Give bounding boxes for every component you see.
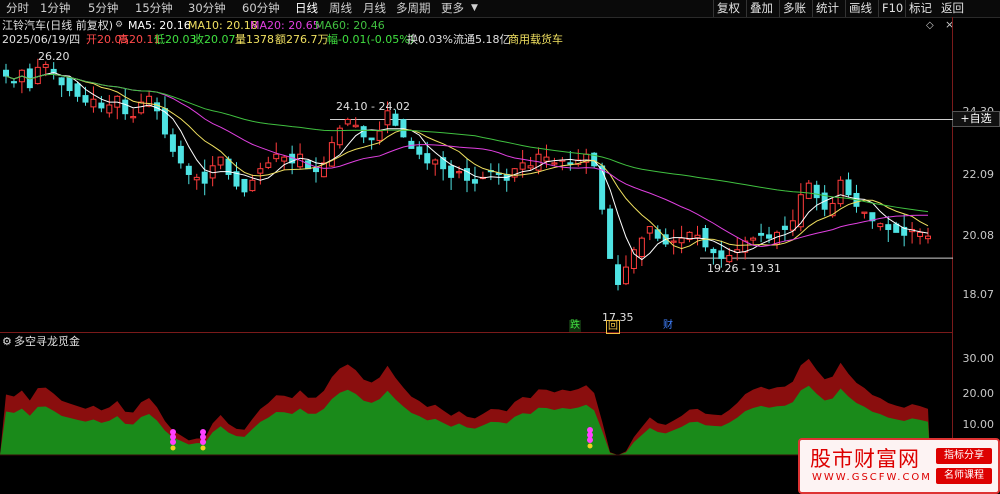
candle-body bbox=[837, 179, 844, 205]
range-upper-annotation: 24.10 - 24.02 bbox=[336, 100, 410, 113]
candle-body bbox=[543, 156, 550, 162]
candle-body bbox=[130, 116, 137, 119]
candle-body bbox=[3, 69, 9, 77]
kline-chart[interactable] bbox=[0, 0, 953, 493]
candle-body bbox=[122, 99, 129, 115]
candle-body bbox=[376, 130, 383, 141]
candle-body bbox=[90, 98, 97, 108]
candle-body bbox=[726, 255, 733, 263]
high-annotation: 26.20 bbox=[38, 50, 70, 63]
candle-body bbox=[273, 153, 280, 160]
candle-body bbox=[169, 134, 176, 152]
candle-body bbox=[638, 237, 645, 258]
candle-body bbox=[456, 171, 463, 174]
finance-badge[interactable]: 财 bbox=[662, 320, 674, 332]
price-tick: 18.07 bbox=[962, 288, 995, 301]
candle-body bbox=[893, 223, 900, 233]
candle-body bbox=[352, 124, 359, 128]
price-axis: 24.30 22.09 20.08 18.07 bbox=[952, 17, 1000, 332]
candle-body bbox=[34, 66, 41, 85]
candle-body bbox=[813, 184, 820, 199]
candle-body bbox=[925, 235, 931, 240]
candle-body bbox=[10, 81, 17, 84]
candle-body bbox=[58, 77, 65, 86]
candle-body bbox=[527, 165, 534, 169]
candle-body bbox=[217, 156, 224, 166]
signal-dot bbox=[170, 439, 176, 445]
candle-body bbox=[551, 162, 558, 165]
candle-body bbox=[567, 162, 574, 165]
candle-body bbox=[98, 102, 105, 109]
candle-body bbox=[82, 95, 89, 103]
candle-body bbox=[766, 234, 773, 239]
price-tick: 22.09 bbox=[962, 168, 995, 181]
signal-dot bbox=[170, 445, 176, 451]
candle-body bbox=[861, 211, 868, 214]
candle-body bbox=[448, 165, 455, 178]
candle-body bbox=[344, 118, 351, 125]
candle-body bbox=[106, 104, 113, 114]
candle-body bbox=[241, 178, 248, 193]
candle-body bbox=[424, 153, 431, 164]
candle-body bbox=[177, 145, 184, 164]
candle-body bbox=[607, 208, 614, 259]
candle-body bbox=[646, 226, 653, 234]
candle-body bbox=[599, 165, 606, 210]
indicator-tick: 20.00 bbox=[962, 387, 995, 400]
candle-body bbox=[750, 237, 757, 241]
price-tick: 20.08 bbox=[962, 229, 995, 242]
candle-body bbox=[185, 165, 192, 175]
signal-dot bbox=[200, 439, 206, 445]
candle-body bbox=[249, 179, 256, 192]
candle-body bbox=[74, 83, 81, 97]
range-lower-annotation: 19.26 - 19.31 bbox=[707, 262, 781, 275]
candle-body bbox=[797, 194, 804, 228]
signal-dot bbox=[200, 445, 206, 451]
candle-body bbox=[312, 167, 319, 173]
candle-body bbox=[615, 264, 622, 285]
candle-body bbox=[885, 224, 892, 230]
candle-body bbox=[471, 179, 478, 184]
candle-body bbox=[432, 159, 439, 165]
watermark-title: 股市财富网 bbox=[810, 447, 920, 471]
candle-body bbox=[519, 162, 526, 170]
candle-body bbox=[193, 176, 200, 181]
candle-body bbox=[781, 225, 788, 230]
fall-badge[interactable]: 跌 bbox=[569, 320, 581, 332]
candle-body bbox=[265, 162, 272, 168]
candle-body bbox=[416, 146, 423, 155]
candle-body bbox=[710, 248, 717, 254]
candle-body bbox=[392, 113, 399, 126]
candle-body bbox=[622, 266, 629, 285]
candle-body bbox=[845, 179, 852, 196]
candle-body bbox=[368, 137, 375, 141]
watermark-url: WWW.GSCFW.COM bbox=[812, 472, 932, 483]
candle-body bbox=[66, 77, 73, 92]
candle-body bbox=[281, 156, 288, 162]
candle-body bbox=[670, 240, 677, 243]
indicator-tick: 30.00 bbox=[962, 352, 995, 365]
watermark-tag: 指标分享 bbox=[936, 448, 992, 464]
watermark-tag: 名师课程 bbox=[936, 468, 992, 484]
candle-body bbox=[917, 231, 924, 237]
pullback-badge[interactable]: 回 bbox=[606, 320, 620, 334]
candle-body bbox=[718, 250, 725, 259]
candle-body bbox=[694, 234, 701, 239]
candle-body bbox=[328, 142, 335, 167]
candle-body bbox=[630, 249, 637, 269]
indicator-tick: 10.00 bbox=[962, 418, 995, 431]
candle-body bbox=[201, 171, 208, 184]
signal-dot bbox=[587, 443, 593, 449]
candle-body bbox=[42, 63, 49, 68]
candle-body bbox=[702, 228, 709, 248]
watermark-logo: 股市财富网 WWW.GSCFW.COM 指标分享 名师课程 bbox=[798, 438, 1000, 494]
candle-body bbox=[805, 182, 812, 199]
candle-body bbox=[678, 237, 685, 244]
candle-body bbox=[257, 168, 264, 174]
candle-body bbox=[877, 223, 884, 228]
add-watchlist-button[interactable]: +自选 bbox=[952, 111, 1000, 127]
signal-dot bbox=[587, 437, 593, 443]
candle-body bbox=[758, 232, 765, 236]
